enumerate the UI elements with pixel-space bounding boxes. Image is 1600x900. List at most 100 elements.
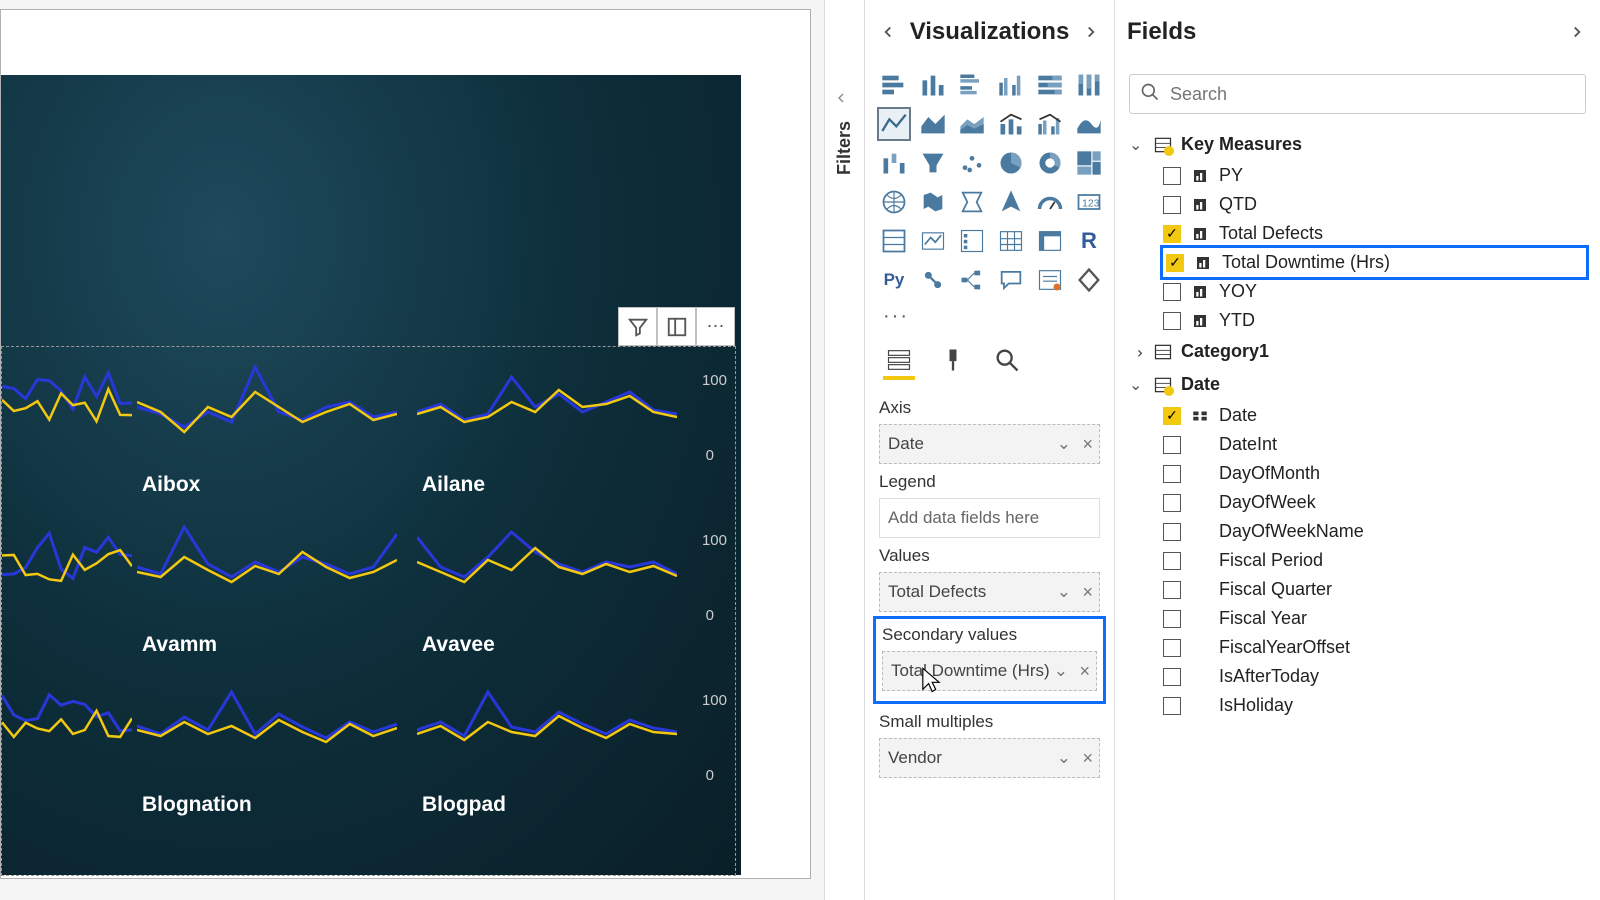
chevron-down-icon[interactable]: ⌄	[1057, 434, 1071, 454]
field-total-defects[interactable]: ✓ Total Defects	[1115, 219, 1600, 248]
clustered-column-icon[interactable]	[994, 68, 1028, 102]
scatter-icon[interactable]	[955, 146, 989, 180]
remove-field-icon[interactable]: ×	[1082, 434, 1093, 455]
checkbox[interactable]	[1163, 167, 1181, 185]
remove-field-icon[interactable]: ×	[1079, 661, 1090, 682]
line-stacked-column-icon[interactable]	[994, 107, 1028, 141]
smart-narrative-icon[interactable]	[1033, 263, 1067, 297]
axis-well[interactable]: Date ⌄ ×	[879, 424, 1100, 464]
filters-pane-collapsed[interactable]: Filters	[825, 0, 865, 900]
field-fiscal-period[interactable]: Fiscal Period	[1115, 546, 1600, 575]
group-category1[interactable]: ⌄ Category1	[1115, 335, 1600, 368]
fields-search[interactable]	[1129, 74, 1586, 114]
report-canvas[interactable]: ⋯ Aibox 1000Ailane Avamm 1000Avavee Blog…	[0, 0, 825, 900]
viz-pane-collapse-left-icon[interactable]	[877, 21, 899, 43]
multi-card-icon[interactable]	[877, 224, 911, 258]
group-key-measures[interactable]: ⌄ Key Measures	[1115, 128, 1600, 161]
visual-focus-icon[interactable]	[657, 307, 696, 346]
funnel-icon[interactable]	[916, 146, 950, 180]
field-fiscal-year[interactable]: Fiscal Year	[1115, 604, 1600, 633]
matrix-icon[interactable]	[1033, 224, 1067, 258]
field-ytd[interactable]: YTD	[1115, 306, 1600, 335]
hundred-stacked-bar-icon[interactable]	[1033, 68, 1067, 102]
donut-icon[interactable]	[1033, 146, 1067, 180]
field-dateint[interactable]: DateInt	[1115, 430, 1600, 459]
chevron-down-icon[interactable]: ⌄	[1057, 582, 1071, 602]
table-icon[interactable]	[994, 224, 1028, 258]
field-py[interactable]: PY	[1115, 161, 1600, 190]
format-tab-icon[interactable]	[937, 342, 969, 378]
slicer-icon[interactable]	[955, 224, 989, 258]
secondary-values-well[interactable]: Total Downtime (Hrs) ⌄ ×	[882, 651, 1097, 691]
fields-pane-collapse-icon[interactable]	[1566, 21, 1588, 43]
treemap-icon[interactable]	[1072, 146, 1106, 180]
small-multiples-well[interactable]: Vendor ⌄ ×	[879, 738, 1100, 778]
checkbox[interactable]: ✓	[1163, 407, 1181, 425]
python-visual-icon[interactable]: Py	[877, 263, 911, 297]
area-chart-icon[interactable]	[916, 107, 950, 141]
pie-icon[interactable]	[994, 146, 1028, 180]
field-isholiday[interactable]: IsHoliday	[1115, 691, 1600, 720]
key-influencers-icon[interactable]	[916, 263, 950, 297]
field-total-downtime-hrs-[interactable]: ✓ Total Downtime (Hrs)	[1160, 245, 1589, 280]
chevron-down-icon[interactable]: ⌄	[1057, 748, 1071, 768]
field-yoy[interactable]: YOY	[1115, 277, 1600, 306]
stacked-bar-icon[interactable]	[877, 68, 911, 102]
r-visual-icon[interactable]: R	[1072, 224, 1106, 258]
filters-expand-icon[interactable]	[837, 90, 853, 111]
checkbox[interactable]	[1163, 523, 1181, 541]
card-icon[interactable]: 123	[1072, 185, 1106, 219]
field-fiscal-quarter[interactable]: Fiscal Quarter	[1115, 575, 1600, 604]
fields-tab-icon[interactable]	[883, 342, 915, 378]
field-fiscalyearoffset[interactable]: FiscalYearOffset	[1115, 633, 1600, 662]
checkbox[interactable]	[1163, 697, 1181, 715]
checkbox[interactable]	[1163, 436, 1181, 454]
hundred-stacked-column-icon[interactable]	[1072, 68, 1106, 102]
field-date[interactable]: ✓ Date	[1115, 401, 1600, 430]
shape-map-icon[interactable]	[955, 185, 989, 219]
qa-visual-icon[interactable]	[994, 263, 1028, 297]
chevron-down-icon[interactable]: ⌄	[1054, 661, 1068, 681]
field-dayofweek[interactable]: DayOfWeek	[1115, 488, 1600, 517]
fields-search-input[interactable]	[1170, 84, 1575, 105]
remove-field-icon[interactable]: ×	[1082, 748, 1093, 769]
viz-pane-collapse-right-icon[interactable]	[1080, 21, 1102, 43]
clustered-bar-icon[interactable]	[955, 68, 989, 102]
checkbox[interactable]	[1163, 465, 1181, 483]
field-qtd[interactable]: QTD	[1115, 190, 1600, 219]
field-dayofmonth[interactable]: DayOfMonth	[1115, 459, 1600, 488]
visual-filter-icon[interactable]	[618, 307, 657, 346]
ribbon-chart-icon[interactable]	[1072, 107, 1106, 141]
small-multiples-visual[interactable]: Aibox 1000Ailane Avamm 1000Avavee Blogna…	[1, 346, 736, 876]
checkbox[interactable]	[1163, 494, 1181, 512]
decomposition-tree-icon[interactable]	[955, 263, 989, 297]
checkbox[interactable]	[1163, 196, 1181, 214]
checkbox[interactable]	[1163, 312, 1181, 330]
checkbox[interactable]	[1163, 668, 1181, 686]
stacked-area-icon[interactable]	[955, 107, 989, 141]
waterfall-icon[interactable]	[877, 146, 911, 180]
remove-field-icon[interactable]: ×	[1082, 582, 1093, 603]
visual-more-icon[interactable]: ⋯	[696, 307, 735, 346]
checkbox[interactable]	[1163, 639, 1181, 657]
gauge-icon[interactable]	[1033, 185, 1067, 219]
field-isaftertoday[interactable]: IsAfterToday	[1115, 662, 1600, 691]
line-clustered-column-icon[interactable]	[1033, 107, 1067, 141]
checkbox[interactable]: ✓	[1163, 225, 1181, 243]
map-icon[interactable]	[877, 185, 911, 219]
checkbox[interactable]: ✓	[1166, 254, 1184, 272]
checkbox[interactable]	[1163, 552, 1181, 570]
checkbox[interactable]	[1163, 610, 1181, 628]
line-chart-icon[interactable]	[877, 107, 911, 141]
filled-map-icon[interactable]	[916, 185, 950, 219]
paginated-report-icon[interactable]	[1072, 263, 1106, 297]
azure-map-icon[interactable]	[994, 185, 1028, 219]
checkbox[interactable]	[1163, 283, 1181, 301]
analytics-tab-icon[interactable]	[991, 342, 1023, 378]
stacked-column-icon[interactable]	[916, 68, 950, 102]
checkbox[interactable]	[1163, 581, 1181, 599]
visual-gallery-more-icon[interactable]: ···	[865, 301, 1114, 332]
field-dayofweekname[interactable]: DayOfWeekName	[1115, 517, 1600, 546]
values-well[interactable]: Total Defects ⌄ ×	[879, 572, 1100, 612]
group-date[interactable]: ⌄ Date	[1115, 368, 1600, 401]
